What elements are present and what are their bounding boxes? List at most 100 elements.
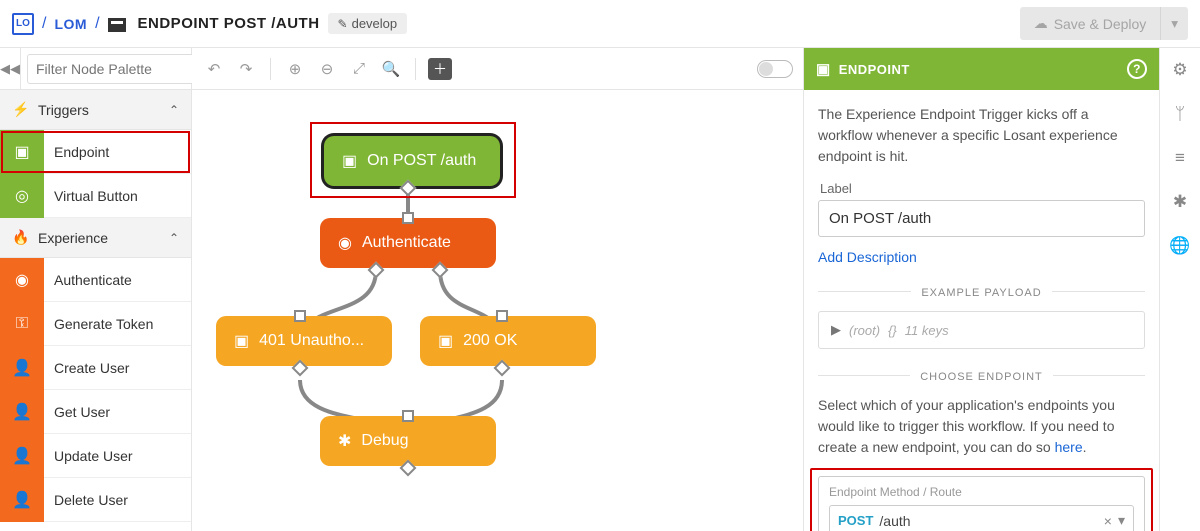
- node-in-port[interactable]: [294, 310, 306, 322]
- canvas-node-label: 200 OK: [463, 332, 517, 350]
- canvas-node-401[interactable]: ▣ 401 Unautho...: [216, 316, 392, 366]
- label-field-label: Label: [820, 181, 1145, 196]
- payload-braces: {}: [888, 323, 897, 338]
- branch-icon[interactable]: ᛘ: [1175, 104, 1185, 124]
- node-in-port[interactable]: [402, 410, 414, 422]
- workflow-canvas[interactable]: ▣ On POST /auth ◉ Authenticate ▣ 401 Una…: [192, 90, 803, 531]
- user-plus-icon: 👤: [0, 346, 44, 390]
- palette-node-label: Create User: [44, 360, 191, 376]
- group-experience[interactable]: 🔥 Experience ⌃: [0, 218, 191, 258]
- add-node-button[interactable]: ＋: [428, 58, 452, 80]
- choose-endpoint-description: Select which of your application's endpo…: [818, 395, 1145, 458]
- branch-name: develop: [352, 16, 398, 31]
- losant-logo[interactable]: LO: [12, 13, 34, 35]
- globe-icon[interactable]: 🌐: [1169, 236, 1190, 256]
- canvas-node-label: Authenticate: [362, 234, 451, 252]
- chevron-down-icon[interactable]: ▾: [1118, 512, 1125, 529]
- user-minus-icon: 👤: [0, 478, 44, 522]
- bug-icon: ✱: [338, 431, 351, 451]
- endpoint-select[interactable]: POST /auth × ▾: [829, 505, 1134, 531]
- endpoint-icon: ▣: [816, 60, 831, 78]
- section-label: EXAMPLE PAYLOAD: [911, 287, 1051, 299]
- palette-node-label: Delete User: [44, 492, 191, 508]
- save-deploy-group: ☁ Save & Deploy ▾: [1020, 7, 1188, 40]
- reply-icon: ▣: [438, 331, 453, 351]
- properties-header: ▣ ENDPOINT ?: [804, 48, 1159, 90]
- create-endpoint-link[interactable]: here: [1055, 439, 1083, 455]
- top-bar: LO / LOM / ENDPOINT POST /AUTH develop ☁…: [0, 0, 1200, 48]
- group-triggers[interactable]: ⚡ Triggers ⌃: [0, 90, 191, 130]
- zoom-fit-button[interactable]: ⤢: [347, 57, 371, 81]
- chevron-up-icon: ⌃: [169, 231, 179, 245]
- zoom-in-button[interactable]: ⊕: [283, 57, 307, 81]
- palette-node-authenticate[interactable]: ◉ Authenticate: [0, 258, 191, 302]
- choose-desc-period: .: [1083, 439, 1087, 455]
- palette-node-update-user[interactable]: 👤 Update User: [0, 434, 191, 478]
- redo-button[interactable]: ↷: [234, 57, 258, 81]
- canvas-node-label: Debug: [361, 432, 408, 450]
- properties-description: The Experience Endpoint Trigger kicks of…: [818, 104, 1145, 167]
- page-title: ENDPOINT POST /AUTH: [138, 15, 320, 32]
- flame-icon: 🔥: [12, 229, 30, 246]
- debug-toggle[interactable]: [757, 60, 793, 78]
- database-icon[interactable]: ≡: [1175, 148, 1185, 168]
- collapse-palette-button[interactable]: ◀◀: [0, 48, 21, 90]
- section-label: CHOOSE ENDPOINT: [910, 371, 1053, 383]
- group-label: Experience: [38, 230, 169, 246]
- breadcrumb-sep: /: [95, 15, 99, 33]
- target-icon: ◎: [0, 174, 44, 218]
- save-deploy-caret[interactable]: ▾: [1160, 7, 1188, 40]
- workflow-icon: [108, 18, 126, 32]
- section-example-payload: EXAMPLE PAYLOAD: [818, 283, 1145, 299]
- endpoint-selector: Endpoint Method / Route POST /auth × ▾: [818, 476, 1145, 531]
- properties-panel: ▣ ENDPOINT ? The Experience Endpoint Tri…: [804, 48, 1160, 531]
- palette-node-virtual-button[interactable]: ◎ Virtual Button: [0, 174, 191, 218]
- zoom-search-button[interactable]: 🔍: [379, 57, 403, 81]
- undo-button[interactable]: ↶: [202, 57, 226, 81]
- chevron-up-icon: ⌃: [169, 103, 179, 117]
- save-deploy-button[interactable]: ☁ Save & Deploy: [1020, 7, 1161, 40]
- canvas-node-authenticate[interactable]: ◉ Authenticate: [320, 218, 496, 268]
- palette-node-create-user[interactable]: 👤 Create User: [0, 346, 191, 390]
- palette-node-label: Generate Token: [44, 316, 191, 332]
- endpoint-highlight: Endpoint Method / Route POST /auth × ▾: [810, 468, 1153, 531]
- canvas-wrap: ↶ ↷ ⊕ ⊖ ⤢ 🔍 ＋ ▣ On P: [192, 48, 804, 531]
- canvas-toolbar: ↶ ↷ ⊕ ⊖ ⤢ 🔍 ＋: [192, 48, 803, 90]
- breadcrumb-app[interactable]: LOM: [54, 16, 87, 32]
- palette-node-generate-token[interactable]: ⚿ Generate Token: [0, 302, 191, 346]
- palette-node-get-user[interactable]: 👤 Get User: [0, 390, 191, 434]
- bug-icon[interactable]: ✱: [1173, 192, 1187, 212]
- canvas-node-200[interactable]: ▣ 200 OK: [420, 316, 596, 366]
- cloud-icon: ☁: [1034, 15, 1048, 32]
- node-in-port[interactable]: [496, 310, 508, 322]
- canvas-node-label: 401 Unautho...: [259, 332, 364, 350]
- key-icon: ⚿: [0, 302, 44, 346]
- canvas-node-trigger[interactable]: ▣ On POST /auth: [324, 136, 500, 186]
- fingerprint-icon: ◉: [0, 258, 44, 302]
- palette-node-label: Virtual Button: [44, 188, 191, 204]
- right-rail: ⚙ ᛘ ≡ ✱ 🌐: [1160, 48, 1200, 531]
- node-palette: ◀◀ ⚡ Triggers ⌃ ▣ Endpoint ◎ Virtual But…: [0, 48, 192, 531]
- palette-node-label: Get User: [44, 404, 191, 420]
- palette-node-endpoint[interactable]: ▣ Endpoint: [0, 130, 191, 174]
- endpoint-icon: ▣: [0, 130, 44, 174]
- label-input[interactable]: [818, 200, 1145, 237]
- gear-icon[interactable]: ⚙: [1172, 60, 1187, 80]
- add-description-link[interactable]: Add Description: [818, 249, 1145, 265]
- payload-preview[interactable]: ▶ (root) {} 11 keys: [818, 311, 1145, 349]
- endpoint-method: POST: [838, 513, 873, 528]
- node-in-port[interactable]: [402, 212, 414, 224]
- save-deploy-label: Save & Deploy: [1054, 16, 1147, 32]
- user-edit-icon: 👤: [0, 434, 44, 478]
- reply-icon: ▣: [234, 331, 249, 351]
- palette-node-delete-user[interactable]: 👤 Delete User: [0, 478, 191, 522]
- properties-title: ENDPOINT: [839, 62, 910, 77]
- help-icon[interactable]: ?: [1127, 59, 1147, 79]
- canvas-node-debug[interactable]: ✱ Debug: [320, 416, 496, 466]
- endpoint-icon: ▣: [342, 151, 357, 171]
- expand-icon[interactable]: ▶: [831, 322, 841, 338]
- palette-node-label: Endpoint: [44, 144, 191, 160]
- branch-pill[interactable]: develop: [328, 13, 408, 34]
- zoom-out-button[interactable]: ⊖: [315, 57, 339, 81]
- clear-icon[interactable]: ×: [1104, 513, 1112, 529]
